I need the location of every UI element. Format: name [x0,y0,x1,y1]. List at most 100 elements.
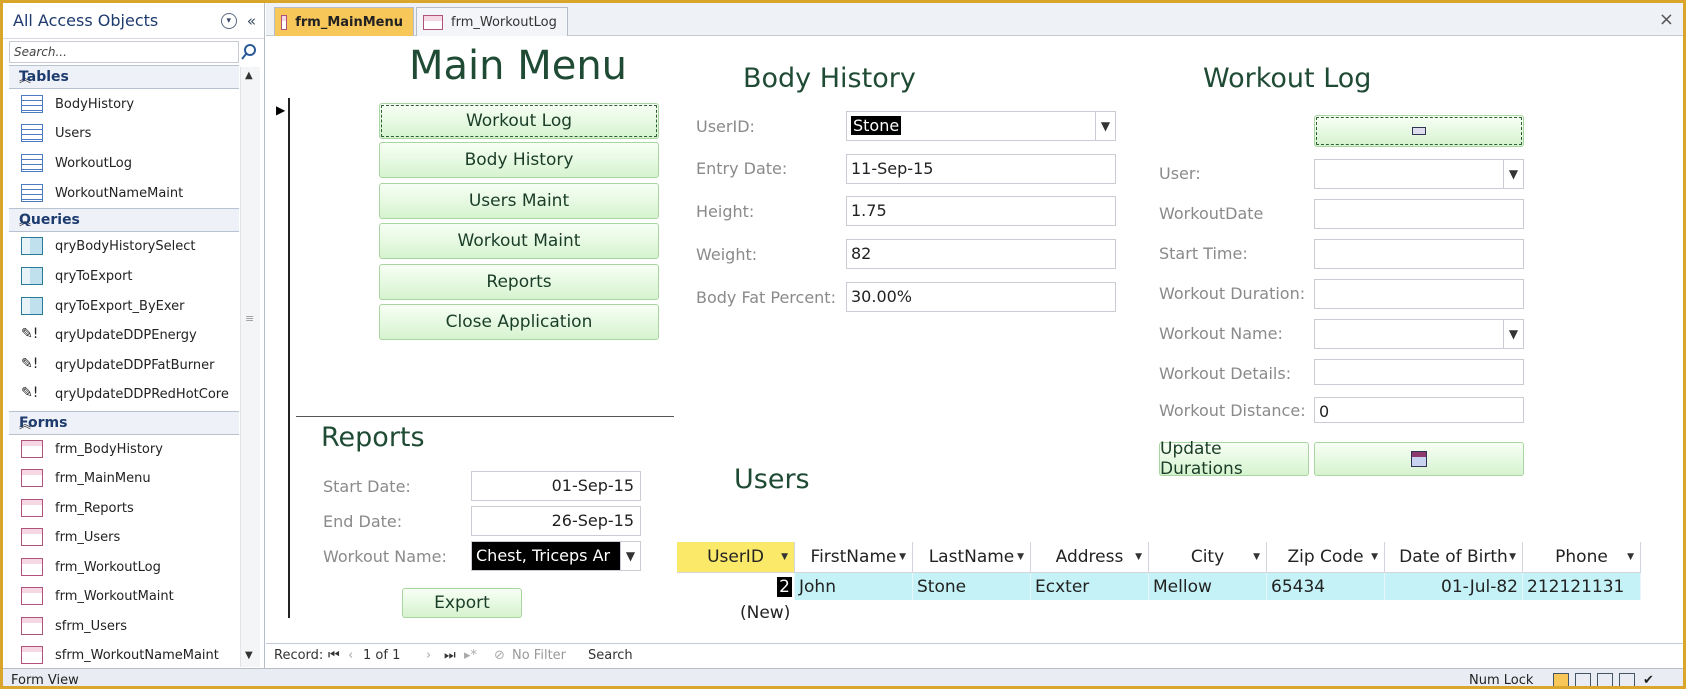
nav-menu-icon[interactable]: ▾ [220,12,237,29]
column-header-zip[interactable]: Zip Code ▼ [1267,542,1385,573]
workout-log-button[interactable]: Workout Log [379,103,659,139]
cell-city[interactable]: Mellow [1149,573,1267,600]
scroll-grip-icon[interactable]: ≡ [245,312,254,325]
nav-item-form[interactable]: frm_WorkoutLog [21,554,161,580]
column-header-address[interactable]: Address ▼ [1031,542,1149,573]
body-history-button[interactable]: Body History [379,142,659,178]
chevron-down-icon[interactable]: ▼ [1503,160,1523,188]
nav-item-query[interactable]: ✎! qryUpdateDDPRedHotCore [21,381,229,407]
cell-userid[interactable]: 2 [677,573,795,600]
datasheet-view-icon[interactable] [1575,673,1591,686]
previous-record-icon[interactable]: ‹ [348,648,353,663]
cell-address[interactable]: Ecxter [1031,573,1149,600]
nav-item-form[interactable]: frm_BodyHistory [21,436,163,462]
nav-group-tables[interactable]: Tables ︽ [9,65,239,89]
tab-frm-workoutlog[interactable]: frm_WorkoutLog [416,7,568,36]
sort-filter-icon[interactable]: ▼ [1509,552,1516,562]
nav-item-form[interactable]: sfrm_WorkoutNameMaint [21,642,219,668]
workout-details-field[interactable] [1314,359,1524,385]
chevron-down-icon[interactable]: ▼ [620,542,640,570]
cell-lastname[interactable]: Stone [913,573,1031,600]
update-durations-button[interactable]: Update Durations [1159,439,1309,479]
users-maint-button[interactable]: Users Maint [379,183,659,219]
column-header-lastname[interactable]: LastName ▼ [913,542,1031,573]
sort-filter-icon[interactable]: ▼ [781,552,788,562]
nav-search-input[interactable]: Search... [9,41,239,63]
workout-name-combo[interactable] [1314,319,1524,349]
nav-group-forms[interactable]: Forms ︽ [9,411,239,435]
body-fat-field[interactable]: 30.00% [846,282,1116,312]
report-workout-name-combo[interactable]: Chest, Triceps Ar [471,541,641,571]
chevron-down-icon[interactable]: ▼ [1503,320,1523,348]
cell-zip[interactable]: 65434 [1267,573,1385,600]
sort-filter-icon[interactable]: ▼ [1017,552,1024,562]
nav-item-query[interactable]: qryBodyHistorySelect [21,233,195,259]
nav-title[interactable]: All Access Objects [13,11,221,30]
nav-item-query[interactable]: ✎! qryUpdateDDPEnergy [21,322,197,348]
column-header-userid[interactable]: UserID ▼ [677,542,795,573]
minimize-button[interactable] [1314,115,1524,147]
save-button[interactable] [1314,442,1524,476]
cell-firstname[interactable]: John [795,573,913,600]
cell-phone[interactable]: 212121131 [1523,573,1641,600]
workout-duration-field[interactable] [1314,279,1524,309]
form-view-icon[interactable] [1553,673,1569,686]
record-selector[interactable]: ▶ [266,98,290,618]
sort-filter-icon[interactable]: ▼ [1371,552,1378,562]
column-header-firstname[interactable]: FirstName ▼ [795,542,913,573]
sort-filter-icon[interactable]: ▼ [1253,552,1260,562]
height-field[interactable]: 1.75 [846,196,1116,226]
user-combo[interactable] [1314,159,1524,189]
new-record-icon[interactable]: ▸* [464,648,477,663]
weight-field[interactable]: 82 [846,239,1116,269]
nav-item-table[interactable]: WorkoutNameMaint [21,180,183,206]
scroll-up-icon[interactable]: ▲ [245,70,253,81]
close-application-button[interactable]: Close Application [379,304,659,340]
new-record-row[interactable]: (New) [740,603,790,623]
nav-item-form[interactable]: sfrm_Users [21,613,127,639]
workout-maint-button[interactable]: Workout Maint [379,223,659,259]
start-date-field[interactable]: 01-Sep-15 [471,471,641,501]
start-time-field[interactable] [1314,239,1524,269]
nav-group-queries[interactable]: Queries ︽ [9,208,239,232]
column-header-dob[interactable]: Date of Birth ▼ [1385,542,1523,573]
design-view-icon[interactable] [1619,673,1635,686]
end-date-field[interactable]: 26-Sep-15 [471,506,641,536]
tab-frm-mainmenu[interactable]: frm_MainMenu [274,7,414,36]
scroll-down-icon[interactable]: ▼ [245,650,253,661]
userid-combo[interactable]: Stone [846,111,1116,141]
cell-dob[interactable]: 01-Jul-82 [1385,573,1523,600]
nav-item-form[interactable]: frm_Reports [21,495,134,521]
sort-filter-icon[interactable]: ▼ [1627,552,1634,562]
search-icon[interactable] [240,43,258,61]
table-row[interactable]: 2 John Stone Ecxter Mellow 65434 01-Jul-… [677,573,1641,600]
nav-item-query[interactable]: qryToExport_ByExer [21,293,185,319]
sort-filter-icon[interactable]: ▼ [1135,552,1142,562]
nav-item-table[interactable]: BodyHistory [21,91,134,117]
nav-scrollbar[interactable]: ▲ ≡ ▼ [240,67,260,667]
filter-status[interactable]: No Filter [512,648,566,663]
column-header-phone[interactable]: Phone ▼ [1523,542,1641,573]
nav-item-table[interactable]: WorkoutLog [21,150,132,176]
layout-view-icon[interactable] [1597,673,1613,686]
nav-item-table[interactable]: Users [21,120,91,146]
first-record-icon[interactable]: ⏮ [328,648,340,663]
record-position[interactable]: 1 of 1 [363,648,400,663]
nav-item-form[interactable]: frm_WorkoutMaint [21,583,174,609]
reports-button[interactable]: Reports [379,264,659,300]
sort-filter-icon[interactable]: ▼ [899,552,906,562]
column-header-city[interactable]: City ▼ [1149,542,1267,573]
check-icon[interactable]: ✔ [1643,673,1654,686]
next-record-icon[interactable]: › [426,648,431,663]
shutter-bar-close-icon[interactable]: « [247,12,256,30]
export-button[interactable]: Export [402,588,522,618]
record-search-input[interactable]: Search [588,648,633,663]
chevron-down-icon[interactable]: ▼ [1095,112,1115,140]
close-icon[interactable]: × [1659,9,1674,30]
nav-item-query[interactable]: ✎! qryUpdateDDPFatBurner [21,352,214,378]
entry-date-field[interactable]: 11-Sep-15 [846,154,1116,184]
nav-item-form[interactable]: frm_MainMenu [21,465,151,491]
workout-distance-field[interactable]: 0 [1314,397,1524,423]
nav-item-form[interactable]: frm_Users [21,524,120,550]
workout-date-field[interactable] [1314,199,1524,229]
